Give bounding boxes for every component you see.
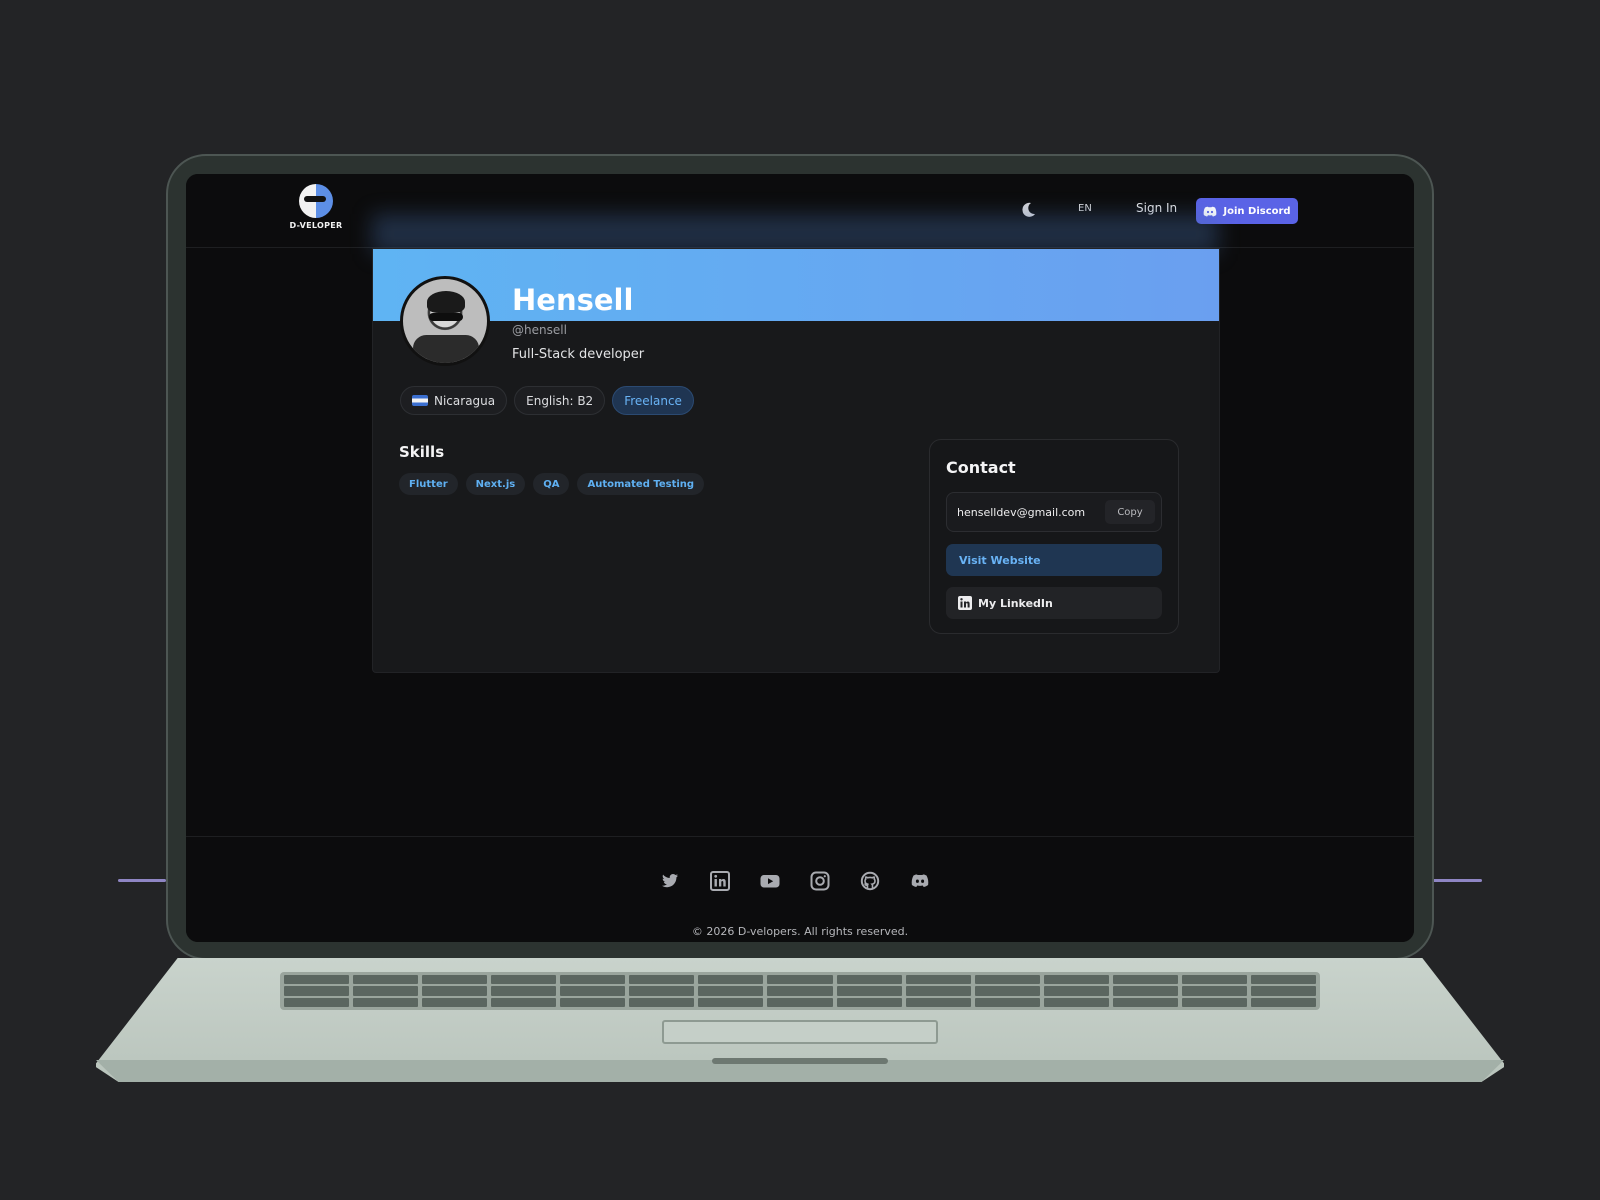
logo-text: D-VELOPER xyxy=(289,221,343,230)
keyboard xyxy=(280,972,1320,1010)
skill-chip: QA xyxy=(533,473,570,495)
copyright-text: © 2026 D-velopers. All rights reserved. xyxy=(691,925,909,938)
profile-role: Full-Stack developer xyxy=(512,347,645,362)
decor-line-right xyxy=(1432,879,1482,882)
instagram-icon[interactable] xyxy=(810,871,830,891)
tag-freelance-label: Freelance xyxy=(624,393,682,408)
youtube-icon[interactable] xyxy=(760,871,780,891)
linkedin-button[interactable]: My LinkedIn xyxy=(946,587,1162,619)
skill-chip: Next.js xyxy=(465,473,526,495)
profile-banner xyxy=(373,249,1219,321)
logo[interactable]: D-VELOPER xyxy=(286,184,346,230)
sign-in-link[interactable]: Sign In xyxy=(1136,201,1177,215)
skill-chip: Automated Testing xyxy=(577,473,705,495)
laptop-screen: D-VELOPER EN Sign In Join Discord Hensel… xyxy=(186,174,1414,942)
tag-country: Nicaragua xyxy=(400,386,508,415)
copy-email-button[interactable]: Copy xyxy=(1105,500,1155,524)
skill-chip: Flutter xyxy=(399,473,458,495)
footer: © 2026 D-velopers. All rights reserved. xyxy=(186,836,1414,942)
discord-icon[interactable] xyxy=(910,871,930,891)
contact-panel: Contact henselldev@gmail.com Copy Visit … xyxy=(929,439,1179,634)
email-value: henselldev@gmail.com xyxy=(957,506,1086,519)
avatar xyxy=(400,276,490,366)
social-links xyxy=(660,871,930,891)
contact-title: Contact xyxy=(946,458,1016,477)
profile-card: Hensell @hensell Full-Stack developer Ni… xyxy=(372,248,1220,673)
tag-country-label: Nicaragua xyxy=(434,393,496,408)
trackpad xyxy=(662,1020,938,1044)
visit-website-button[interactable]: Visit Website xyxy=(946,544,1162,576)
profile-tags: Nicaragua English: B2 Freelance xyxy=(400,386,694,415)
email-field: henselldev@gmail.com Copy xyxy=(946,492,1162,532)
linkedin-icon xyxy=(958,596,972,610)
tag-english-label: English: B2 xyxy=(526,393,594,408)
github-icon[interactable] xyxy=(860,871,880,891)
profile-handle: @hensell xyxy=(512,323,567,337)
decor-line-left xyxy=(118,879,166,882)
tag-english-level: English: B2 xyxy=(514,386,606,415)
linkedin-icon[interactable] xyxy=(710,871,730,891)
tag-freelance: Freelance xyxy=(612,386,694,415)
skills-list: Flutter Next.js QA Automated Testing xyxy=(399,473,705,495)
join-discord-label: Join Discord xyxy=(1223,205,1291,217)
skills-title: Skills xyxy=(399,443,445,461)
linkedin-label: My LinkedIn xyxy=(978,596,1053,610)
profile-name: Hensell xyxy=(512,283,634,317)
language-selector[interactable]: EN xyxy=(1078,203,1092,214)
laptop-hinge-bar xyxy=(712,1058,888,1064)
logo-mark-icon xyxy=(299,184,333,218)
nicaragua-flag-icon xyxy=(412,395,428,406)
twitter-icon[interactable] xyxy=(660,871,680,891)
